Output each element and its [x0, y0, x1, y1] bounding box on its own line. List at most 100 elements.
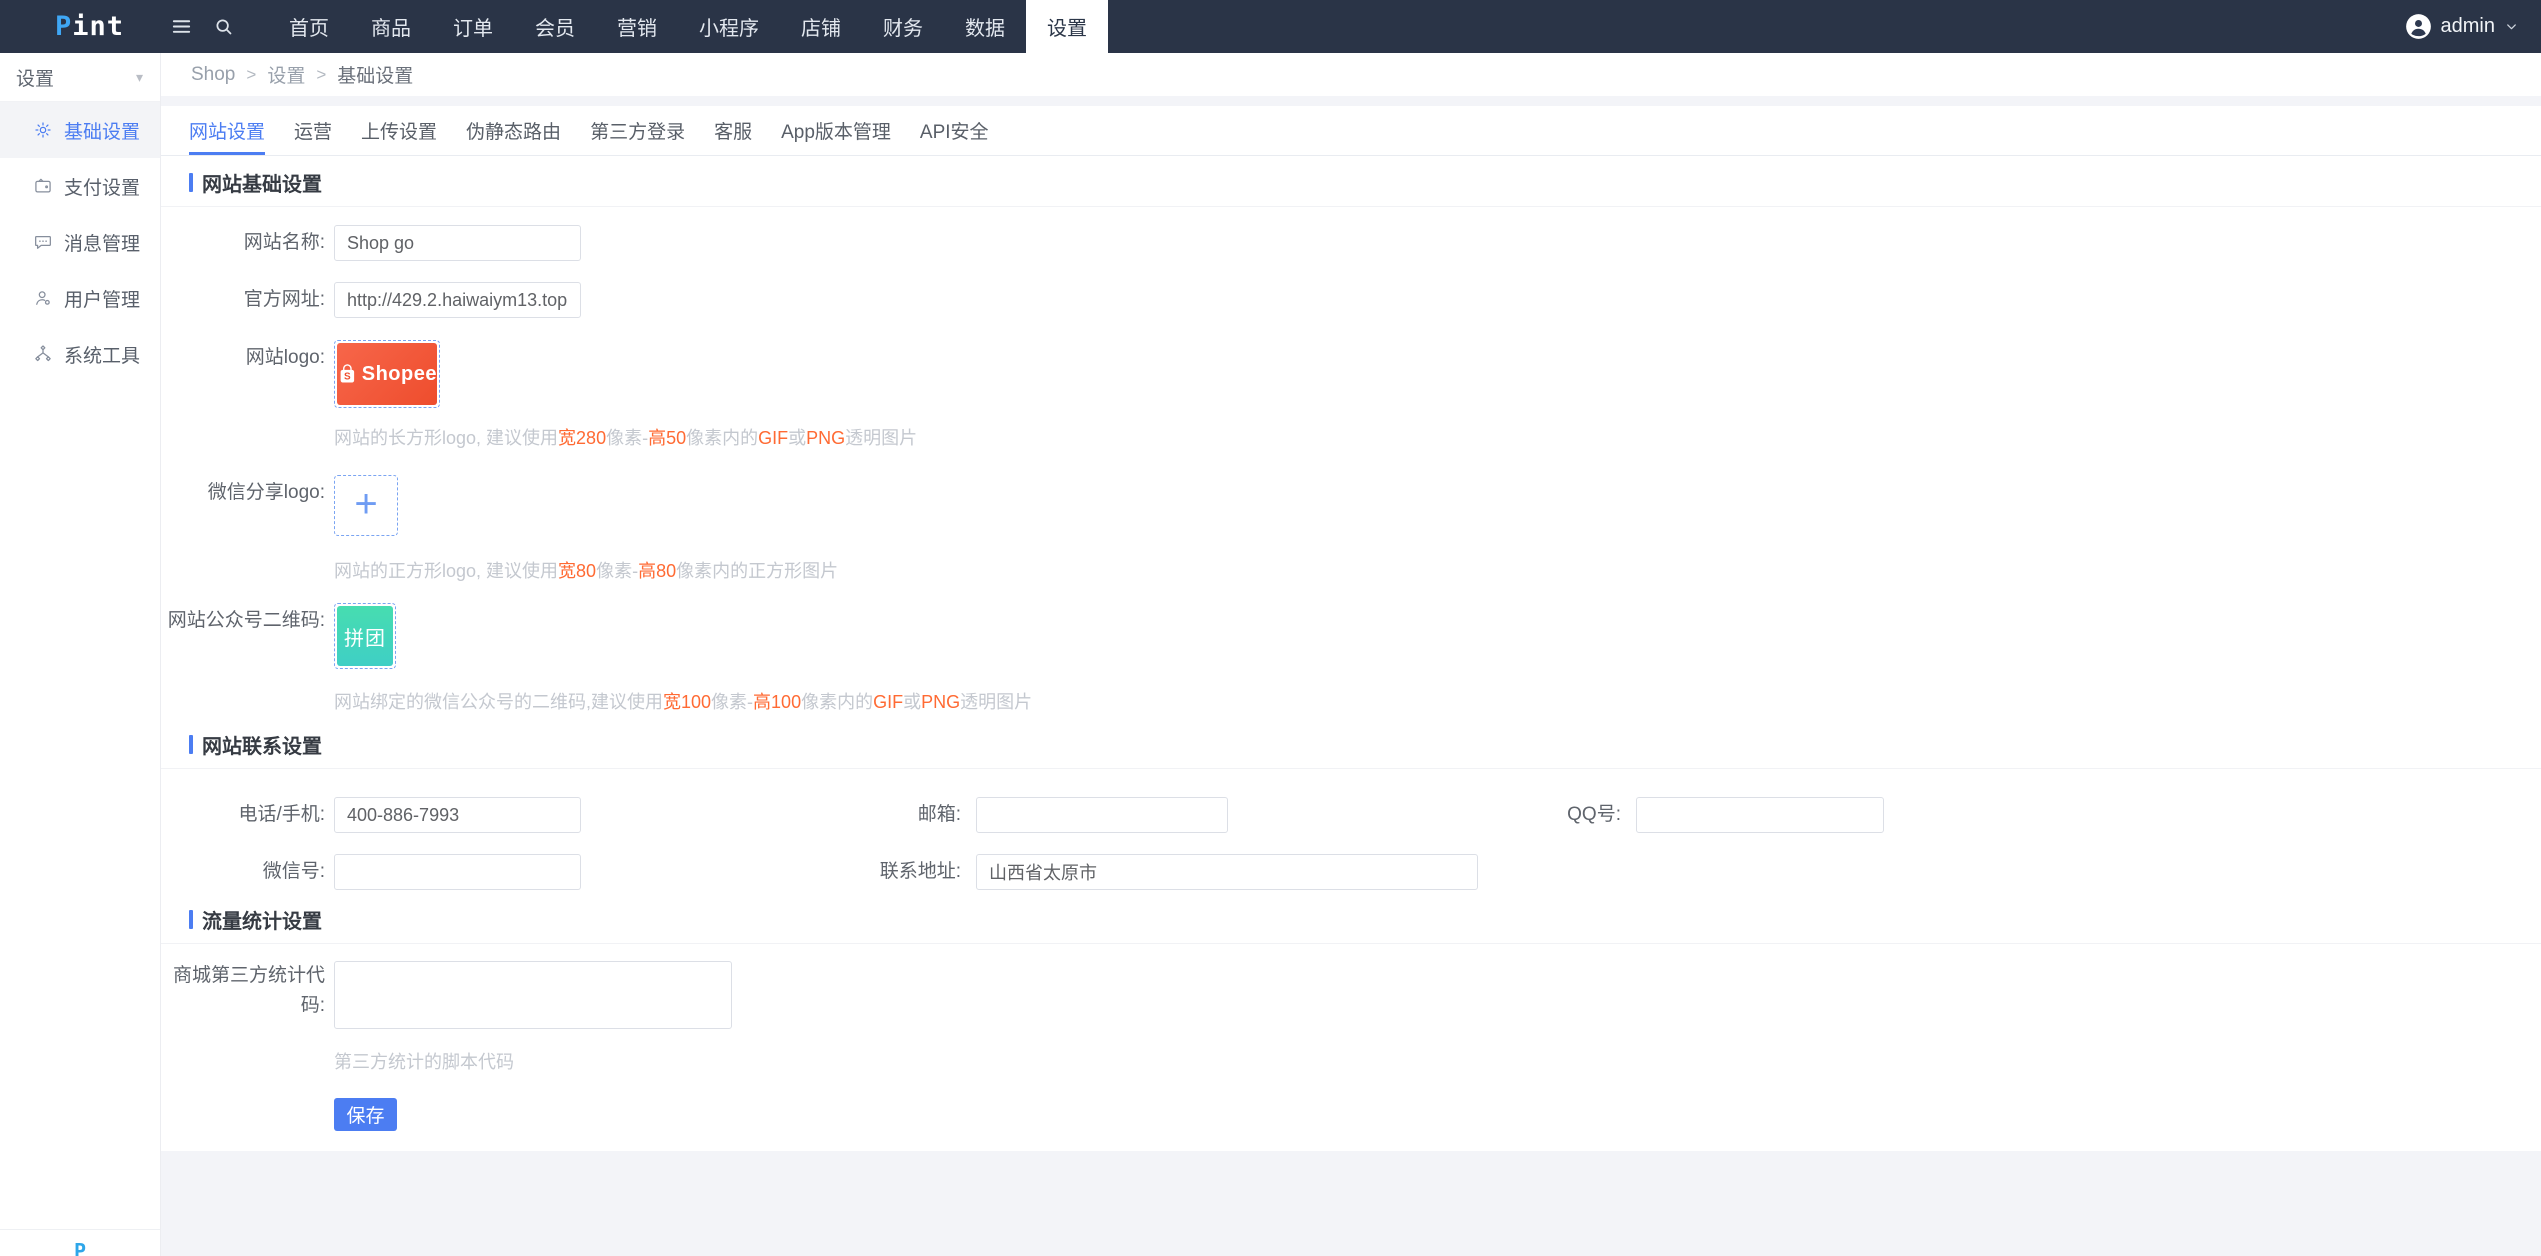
- app-root: Pint 首页 商品 订单 会员 营销 小程序 店铺 财务 数据 设置 admi…: [0, 0, 2541, 1256]
- section-basic-settings: 网站基础设置: [161, 168, 2541, 207]
- sidebar-item-label: 基础设置: [64, 121, 141, 143]
- site-logo-label: 网站logo:: [245, 347, 325, 368]
- sidebar-item-label: 消息管理: [64, 233, 141, 255]
- main-nav: 首页 商品 订单 会员 营销 小程序 店铺 财务 数据 设置: [268, 0, 1108, 53]
- site-logo-image-text: Shopee: [361, 362, 437, 385]
- wechat-id-input[interactable]: [334, 854, 581, 890]
- sidebar-group-title: 设置: [16, 68, 55, 90]
- app-logo[interactable]: Pint: [0, 11, 160, 42]
- user-icon: [36, 291, 50, 305]
- email-input[interactable]: [976, 797, 1228, 833]
- tab-operations[interactable]: 运营: [294, 106, 332, 155]
- breadcrumb-settings[interactable]: 设置: [267, 61, 305, 88]
- field-stats-code: 商城第三方统计代码:: [161, 961, 2541, 1029]
- stats-code-label: 商城第三方统计代码:: [172, 965, 325, 1016]
- top-navbar: Pint 首页 商品 订单 会员 营销 小程序 店铺 财务 数据 设置 admi…: [0, 0, 2541, 53]
- nav-item-stores[interactable]: 店铺: [780, 0, 862, 53]
- address-input[interactable]: [976, 854, 1478, 890]
- qq-label: QQ号:: [1567, 804, 1621, 825]
- sidebar: 设置 ▾ 基础设置 支付设置 消息管理 用户管理 系统工具 P: [0, 53, 161, 1256]
- breadcrumb: Shop > 设置 > 基础设置: [161, 53, 2541, 96]
- plus-icon: +: [354, 481, 378, 526]
- nav-item-goods[interactable]: 商品: [350, 0, 432, 53]
- nav-item-marketing[interactable]: 营销: [596, 0, 678, 53]
- hamburger-icon[interactable]: [160, 0, 202, 53]
- breadcrumb-separator: >: [246, 64, 257, 84]
- app-logo-text: int: [72, 11, 125, 42]
- shopee-bag-icon: S: [340, 364, 355, 383]
- stats-code-textarea[interactable]: [334, 961, 732, 1029]
- message-icon: [35, 235, 51, 249]
- sidebar-item-user-management[interactable]: 用户管理: [0, 270, 160, 326]
- site-url-input[interactable]: [334, 282, 581, 318]
- field-wechat-share-logo: 微信分享logo: +: [161, 475, 2541, 536]
- tab-rewrite-routes[interactable]: 伪静态路由: [466, 106, 561, 155]
- nav-item-settings[interactable]: 设置: [1026, 0, 1108, 53]
- address-label: 联系地址:: [879, 861, 961, 882]
- site-name-input[interactable]: [334, 225, 581, 261]
- section-title: 网站联系设置: [202, 736, 322, 758]
- sidebar-item-basic-settings[interactable]: 基础设置: [0, 102, 160, 158]
- qrcode-upload[interactable]: 拼团: [334, 603, 396, 669]
- qrcode-help: 网站绑定的微信公众号的二维码,建议使用宽100像素-高100像素内的GIF或PN…: [334, 692, 1033, 712]
- tools-icon: [35, 345, 51, 362]
- wallet-icon: [35, 178, 51, 193]
- stats-code-help: 第三方统计的脚本代码: [334, 1052, 514, 1072]
- tab-website-settings[interactable]: 网站设置: [189, 106, 266, 155]
- section-title: 网站基础设置: [202, 174, 322, 196]
- qrcode-label: 网站公众号二维码:: [167, 610, 325, 631]
- wechat-share-logo-upload[interactable]: +: [334, 475, 398, 536]
- site-logo-help: 网站的长方形logo, 建议使用宽280像素-高50像素内的GIF或PNG透明图…: [334, 428, 918, 448]
- wechat-share-logo-help: 网站的正方形logo, 建议使用宽80像素-高80像素内的正方形图片: [334, 561, 839, 581]
- contact-row-2: 微信号: 联系地址:: [161, 854, 2541, 890]
- tab-upload-settings[interactable]: 上传设置: [361, 106, 437, 155]
- sidebar-group-settings[interactable]: 设置 ▾: [0, 53, 160, 102]
- wechat-share-logo-label: 微信分享logo:: [207, 482, 325, 503]
- tab-api-security[interactable]: API安全: [920, 106, 989, 155]
- qq-input[interactable]: [1636, 797, 1884, 833]
- qrcode-image: 拼团: [337, 606, 393, 666]
- tab-app-version[interactable]: App版本管理: [781, 106, 891, 155]
- nav-item-data[interactable]: 数据: [944, 0, 1026, 53]
- app-logo-mark: P: [55, 11, 73, 42]
- tab-third-party-login[interactable]: 第三方登录: [590, 106, 685, 155]
- breadcrumb-current: 基础设置: [337, 66, 414, 87]
- sidebar-item-label: 用户管理: [64, 289, 141, 311]
- field-site-logo: 网站logo: S Shopee: [161, 340, 2541, 408]
- collapse-triangle-icon: ▾: [135, 68, 143, 85]
- nav-item-orders[interactable]: 订单: [432, 0, 514, 53]
- site-logo-image: S Shopee: [337, 343, 437, 405]
- sidebar-item-system-tools[interactable]: 系统工具: [0, 326, 160, 382]
- search-icon[interactable]: [202, 0, 244, 53]
- background-gap: [161, 96, 2541, 106]
- breadcrumb-separator: >: [316, 64, 327, 84]
- gear-icon: [35, 122, 51, 138]
- avatar: [2405, 14, 2431, 39]
- sidebar-item-payment-settings[interactable]: 支付设置: [0, 158, 160, 214]
- phone-label: 电话/手机:: [238, 804, 325, 825]
- email-label: 邮箱:: [917, 804, 961, 825]
- nav-item-members[interactable]: 会员: [514, 0, 596, 53]
- site-name-label: 网站名称:: [243, 232, 325, 253]
- field-site-name: 网站名称:: [161, 225, 2541, 261]
- phone-input[interactable]: [334, 797, 581, 833]
- site-logo-upload[interactable]: S Shopee: [334, 340, 440, 408]
- sidebar-item-message-management[interactable]: 消息管理: [0, 214, 160, 270]
- main-content: Shop > 设置 > 基础设置 网站设置 运营 上传设置 伪静态路由 第三方登…: [161, 53, 2541, 1256]
- sidebar-mini-logo: P: [73, 1239, 87, 1256]
- save-button[interactable]: 保存: [334, 1098, 397, 1131]
- nav-item-finance[interactable]: 财务: [862, 0, 944, 53]
- settings-tabs: 网站设置 运营 上传设置 伪静态路由 第三方登录 客服 App版本管理 API安…: [161, 106, 2541, 156]
- nav-item-home[interactable]: 首页: [268, 0, 350, 53]
- user-menu[interactable]: admin: [2405, 13, 2541, 40]
- contact-row-1: 电话/手机: 邮箱: QQ号:: [161, 797, 2541, 833]
- section-title: 流量统计设置: [202, 911, 322, 933]
- nav-item-mini-program[interactable]: 小程序: [678, 0, 780, 53]
- section-accent-bar: [189, 735, 193, 754]
- section-contact-settings: 网站联系设置: [161, 730, 2541, 769]
- svg-text:S: S: [344, 372, 351, 383]
- breadcrumb-shop[interactable]: Shop: [191, 64, 235, 86]
- tab-customer-service[interactable]: 客服: [714, 106, 752, 155]
- wechat-id-label: 微信号:: [262, 861, 325, 882]
- field-site-url: 官方网址:: [161, 282, 2541, 318]
